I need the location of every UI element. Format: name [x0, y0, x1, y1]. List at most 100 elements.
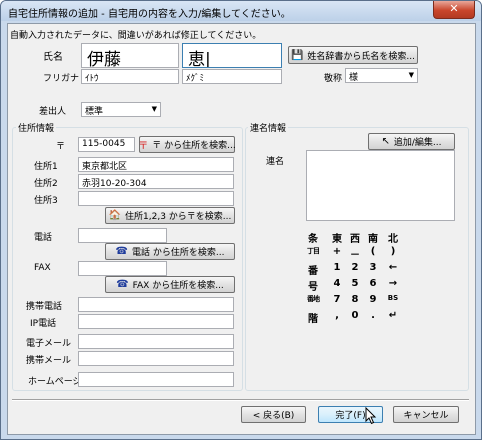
- keypad-key[interactable]: 階: [304, 310, 322, 325]
- keypad-key[interactable]: BS: [384, 294, 402, 302]
- sender-select[interactable]: 標準 ▼: [81, 102, 161, 117]
- fax-label: FAX: [34, 263, 51, 273]
- email-input[interactable]: [78, 334, 234, 349]
- postal-search-label: 〒 から住所を検索...: [152, 141, 236, 151]
- postal-mark-icon: 〒: [138, 141, 149, 152]
- address3-label: 住所3: [34, 196, 58, 206]
- address-group-title: 住所情報: [16, 121, 57, 134]
- name-label: 氏名: [43, 52, 63, 63]
- keypad-key[interactable]: 7: [328, 294, 346, 305]
- keypad-key[interactable]: 条: [304, 230, 322, 245]
- keypad-key[interactable]: (: [364, 246, 382, 257]
- phone-search-button[interactable]: ☎ 電話 から住所を検索...: [105, 243, 235, 260]
- keypad-key[interactable]: 丁目: [304, 246, 322, 256]
- mobile-input[interactable]: [78, 297, 234, 312]
- keypad-key[interactable]: .: [364, 310, 382, 321]
- sender-label: 差出人: [39, 107, 67, 117]
- honorific-label: 敬称: [324, 74, 343, 84]
- keypad-key[interactable]: 0: [346, 310, 364, 321]
- last-name-input[interactable]: 伊藤: [81, 43, 179, 68]
- dialog-client: 自動入力されたデータに、間違いがあれば修正してください。 氏名 伊藤 恵| 💾 …: [7, 23, 476, 435]
- ip-phone-input[interactable]: [78, 314, 234, 329]
- keypad-key[interactable]: 5: [346, 278, 364, 289]
- postal-input[interactable]: 115-0045: [78, 137, 135, 152]
- name-dictionary-label: 姓名辞書から氏名を検索...: [307, 51, 416, 62]
- furigana-last-input[interactable]: ｲﾄｳ: [81, 69, 179, 84]
- floppy-disk-icon: 💾: [290, 49, 304, 61]
- homepage-label: ホームページ: [28, 377, 82, 387]
- address2-input[interactable]: 赤羽10-20-304: [78, 174, 234, 189]
- chevron-down-icon: ▼: [408, 71, 414, 79]
- address-to-postal-button[interactable]: 🏠 住所1,2,3 から〒を検索...: [105, 207, 235, 224]
- keypad-key[interactable]: 東: [328, 230, 346, 245]
- keypad-key[interactable]: 号: [304, 278, 322, 293]
- first-name-value: 恵: [188, 50, 205, 68]
- keypad-key[interactable]: ): [384, 246, 402, 257]
- keypad-key[interactable]: 南: [364, 230, 382, 245]
- mobile-email-label: 携帯メール: [26, 356, 72, 366]
- mobile-label: 携帯電話: [26, 302, 63, 312]
- phone-input[interactable]: [78, 228, 167, 243]
- keypad-key[interactable]: ,: [328, 310, 346, 321]
- telephone-icon: ☎: [116, 279, 129, 290]
- address3-input[interactable]: [78, 191, 234, 206]
- arrow-up-left-icon: ↖: [381, 136, 390, 147]
- joint-add-edit-button[interactable]: ↖ 追加/編集...: [368, 133, 455, 150]
- joint-names-group-title: 連名情報: [248, 121, 289, 134]
- close-icon: ✕: [449, 2, 459, 15]
- keypad-key[interactable]: 1: [328, 262, 346, 273]
- address2-label: 住所2: [34, 179, 58, 189]
- keypad-key[interactable]: 3: [364, 262, 382, 273]
- honorific-value: 様: [349, 73, 359, 83]
- joint-names-label: 連名: [266, 157, 285, 167]
- back-button[interactable]: < 戻る(B): [241, 406, 306, 423]
- keypad-key[interactable]: 西: [346, 230, 364, 245]
- instruction-text: 自動入力されたデータに、間違いがあれば修正してください。: [10, 31, 262, 41]
- mobile-email-input[interactable]: [78, 351, 234, 366]
- keypad-key[interactable]: 番: [304, 262, 322, 277]
- keypad-key[interactable]: +: [328, 246, 346, 257]
- postal-label: 〒: [56, 142, 66, 152]
- sender-value: 標準: [85, 107, 104, 117]
- footer-divider: [12, 399, 469, 401]
- keypad-key[interactable]: ←: [384, 262, 402, 273]
- house-icon: 🏠: [108, 210, 122, 221]
- first-name-input[interactable]: 恵|: [182, 43, 282, 68]
- close-button[interactable]: ✕: [433, 1, 475, 19]
- address1-label: 住所1: [34, 162, 58, 172]
- cancel-button[interactable]: キャンセル: [393, 406, 459, 423]
- fax-input[interactable]: [78, 261, 167, 276]
- keypad-key[interactable]: 2: [346, 262, 364, 273]
- keypad-key[interactable]: 北: [384, 230, 402, 245]
- dialog-window: 自宅住所情報の追加 - 自宅用の内容を入力/編集してください。 ✕ 自動入力され…: [0, 0, 482, 440]
- joint-names-list[interactable]: [306, 150, 455, 221]
- joint-add-edit-label: 追加/編集...: [393, 138, 442, 148]
- homepage-input[interactable]: [78, 372, 234, 387]
- telephone-icon: ☎: [115, 246, 128, 257]
- keypad-key[interactable]: －: [346, 246, 364, 261]
- furigana-first-input[interactable]: ﾒｸﾞﾐ: [182, 69, 282, 84]
- window-title: 自宅住所情報の追加 - 自宅用の内容を入力/編集してください。: [8, 9, 291, 20]
- ip-phone-label: IP電話: [30, 319, 57, 329]
- phone-label: 電話: [34, 233, 53, 243]
- honorific-select[interactable]: 様 ▼: [345, 68, 418, 83]
- keypad-key[interactable]: ↵: [384, 310, 402, 321]
- fax-search-button[interactable]: ☎ FAX から住所を検索...: [105, 276, 235, 293]
- keypad-key[interactable]: 8: [346, 294, 364, 305]
- keypad-key[interactable]: 番地: [304, 294, 322, 304]
- keypad-key[interactable]: 4: [328, 278, 346, 289]
- mouse-cursor-icon: [365, 407, 377, 425]
- phone-search-label: 電話 から住所を検索...: [132, 248, 225, 258]
- keypad-key[interactable]: 6: [364, 278, 382, 289]
- chevron-down-icon: ▼: [151, 105, 157, 113]
- title-bar[interactable]: 自宅住所情報の追加 - 自宅用の内容を入力/編集してください。 ✕: [1, 1, 481, 21]
- address-to-postal-label: 住所1,2,3 から〒を検索...: [125, 212, 232, 222]
- email-label: 電子メール: [26, 339, 72, 349]
- fax-search-label: FAX から住所を検索...: [132, 281, 224, 291]
- name-dictionary-button[interactable]: 💾 姓名辞書から氏名を検索...: [288, 46, 418, 64]
- postal-search-button[interactable]: 〒 〒 から住所を検索...: [138, 136, 236, 153]
- address1-input[interactable]: 東京都北区: [78, 157, 234, 172]
- keypad-key[interactable]: 9: [364, 294, 382, 305]
- furigana-label: フリガナ: [43, 74, 80, 84]
- keypad-key[interactable]: →: [384, 278, 402, 289]
